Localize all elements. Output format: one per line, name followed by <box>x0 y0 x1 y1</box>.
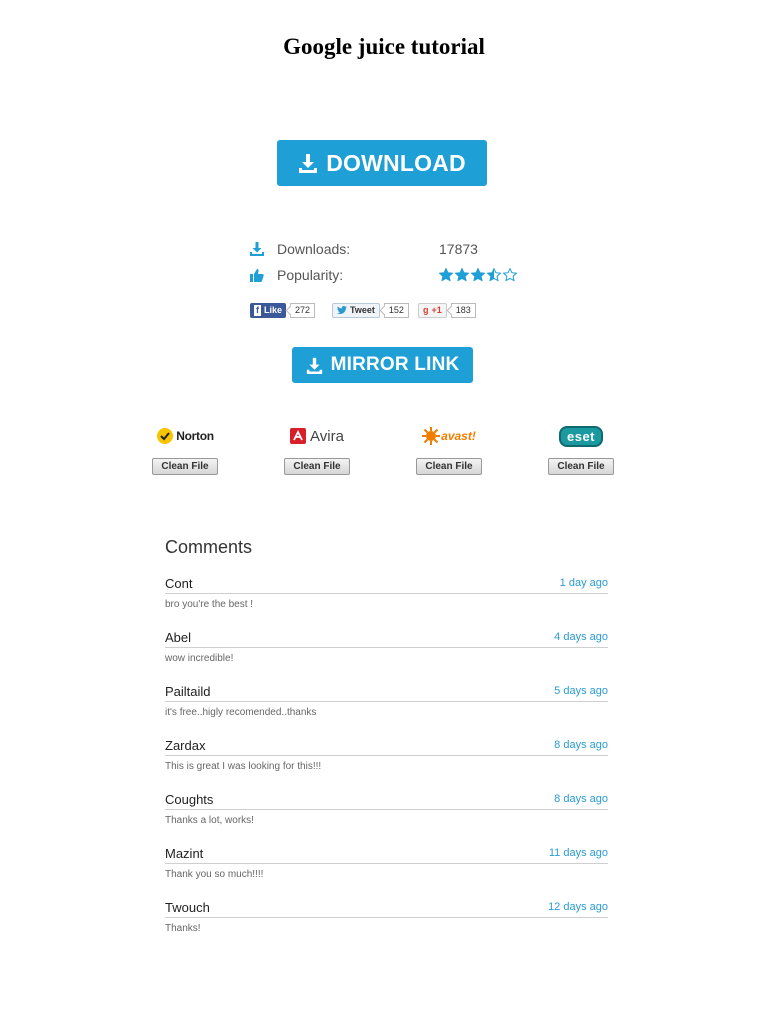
downloads-stat: Downloads: 17873 <box>250 240 478 258</box>
comment-author: Pailtaild <box>165 683 211 699</box>
star-empty-icon <box>503 268 517 282</box>
facebook-like[interactable]: f Like 272 <box>250 302 316 318</box>
download-icon <box>250 242 264 256</box>
comment-time[interactable]: 5 days ago <box>554 685 608 697</box>
mirror-link-label: MIRROR LINK <box>330 354 460 375</box>
twitter-tweet[interactable]: Tweet 152 <box>332 302 409 318</box>
facebook-like-label: Like <box>264 305 283 315</box>
google-plus-one-label: +1 <box>431 305 442 315</box>
comment-text: bro you're the best ! <box>165 599 254 610</box>
eset-scan: eset Clean File <box>547 424 615 475</box>
comment-item: Pailtaild 5 days ago it's free..higly rec… <box>165 682 608 736</box>
comment-author: Abel <box>165 629 192 645</box>
comment-item: Mazint 11 days ago Thank you so much!!!! <box>165 844 608 898</box>
eset-logo: eset <box>558 424 604 448</box>
comment-author: Zardax <box>165 737 206 753</box>
download-label: DOWNLOAD <box>326 149 466 176</box>
comment-text: Thank you so much!!!! <box>165 869 264 880</box>
avast-clean-file-button[interactable]: Clean File <box>416 458 482 475</box>
facebook-icon: f <box>254 304 261 316</box>
twitter-tweet-label: Tweet <box>350 305 375 315</box>
avira-name: Avira <box>310 427 344 445</box>
comment-time[interactable]: 4 days ago <box>554 631 608 643</box>
comment-time[interactable]: 12 days ago <box>548 901 608 913</box>
eset-clean-file-button[interactable]: Clean File <box>548 458 614 475</box>
comment-item: Twouch 12 days ago Thanks! <box>165 898 608 952</box>
comment-item: Coughts 8 days ago Thanks a lot, works! <box>165 790 608 844</box>
downloads-value: 17873 <box>439 241 478 257</box>
twitter-bird-icon <box>337 305 347 314</box>
google-plus-icon: g <box>423 305 429 315</box>
avira-clean-file-button[interactable]: Clean File <box>284 458 350 475</box>
norton-logo: Norton <box>156 424 214 448</box>
download-button[interactable]: DOWNLOAD <box>277 140 487 186</box>
comments-title: Comments <box>165 537 253 557</box>
twitter-tweet-button[interactable]: Tweet <box>332 302 380 318</box>
comment-time[interactable]: 8 days ago <box>554 739 608 751</box>
download-icon <box>299 154 318 173</box>
norton-check-icon <box>157 428 174 444</box>
comment-time[interactable]: 1 day ago <box>560 577 608 589</box>
comment-author: Twouch <box>165 899 210 915</box>
mirror-link-button[interactable]: MIRROR LINK <box>292 347 473 383</box>
norton-clean-file-button[interactable]: Clean File <box>152 458 218 475</box>
avira-logo: Avira <box>290 424 344 448</box>
star-full-icon <box>455 268 469 282</box>
comment-item: Zardax 8 days ago This is great I was loo… <box>165 736 608 790</box>
google-plus-one-count: 183 <box>450 302 476 318</box>
comment-text: Thanks! <box>165 923 201 934</box>
google-plus-one-button[interactable]: g +1 <box>418 302 447 318</box>
twitter-tweet-count: 152 <box>383 302 409 318</box>
norton-name: Norton <box>176 429 214 443</box>
popularity-stat: Popularity: <box>250 266 517 284</box>
comment-author: Cont <box>165 575 193 591</box>
avira-umbrella-icon <box>290 428 307 444</box>
avast-scan: avast! Clean File <box>415 424 483 475</box>
page-title: Google juice tutorial <box>283 34 485 59</box>
comment-author: Coughts <box>165 791 214 807</box>
avast-splash-icon <box>422 427 441 445</box>
comment-text: it's free..higly recomended..thanks <box>165 707 317 718</box>
star-half-icon <box>487 268 501 282</box>
avast-name: avast! <box>441 429 476 443</box>
comments-list: Cont 1 day ago bro you're the best ! Abel… <box>165 574 608 952</box>
comment-text: Thanks a lot, works! <box>165 815 254 826</box>
avast-logo: avast! <box>422 424 476 448</box>
star-full-icon <box>471 268 485 282</box>
thumbs-up-icon <box>250 269 264 282</box>
facebook-like-button[interactable]: f Like <box>250 302 287 318</box>
comment-item: Cont 1 day ago bro you're the best ! <box>165 574 608 628</box>
comment-text: wow incredible! <box>165 653 234 664</box>
downloads-label: Downloads: <box>277 241 351 257</box>
star-full-icon <box>439 268 453 282</box>
facebook-like-count: 272 <box>290 302 316 318</box>
avira-scan: Avira Clean File <box>283 424 351 475</box>
popularity-stars <box>439 268 517 282</box>
comment-time[interactable]: 8 days ago <box>554 793 608 805</box>
norton-scan: Norton Clean File <box>151 424 219 475</box>
google-plus-one[interactable]: g +1 183 <box>418 302 476 318</box>
eset-name: eset <box>558 425 604 447</box>
comment-text: This is great I was looking for this!!! <box>165 761 322 772</box>
download-icon <box>306 357 322 374</box>
comment-author: Mazint <box>165 845 204 861</box>
comment-time[interactable]: 11 days ago <box>549 847 608 859</box>
popularity-label: Popularity: <box>277 267 344 283</box>
comment-item: Abel 4 days ago wow incredible! <box>165 628 608 682</box>
